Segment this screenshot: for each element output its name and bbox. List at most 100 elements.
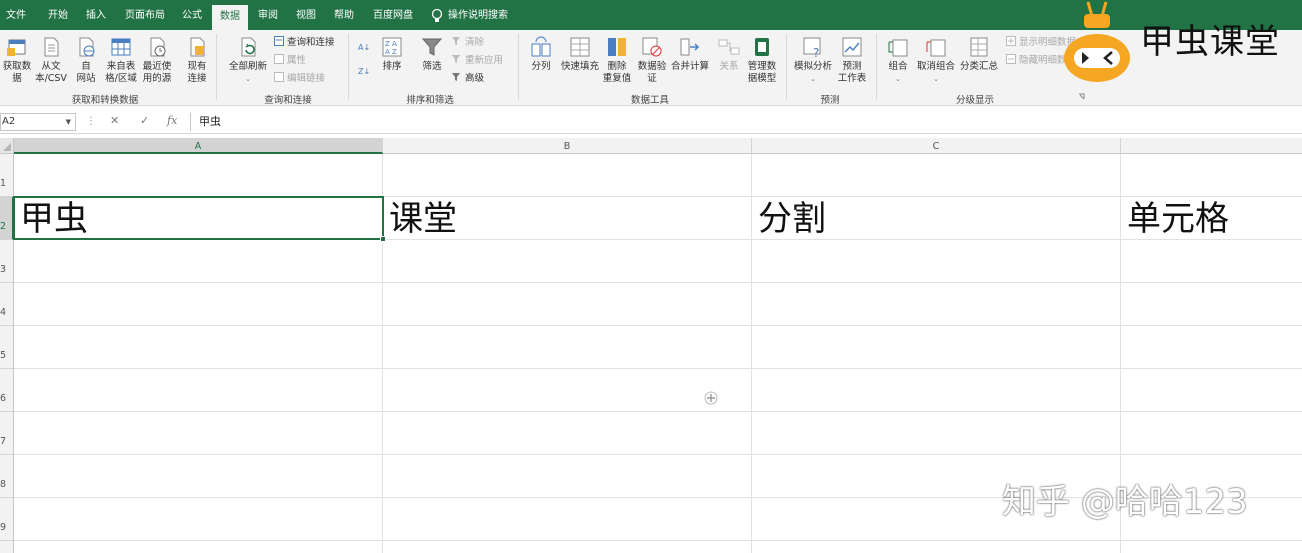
ungroup-button[interactable]: 取消组合 ⌄ <box>914 36 958 85</box>
name-box-value: A2 <box>2 116 16 127</box>
row-header-7[interactable]: 7 <box>0 412 14 455</box>
row-header-5[interactable]: 5 <box>0 326 14 369</box>
forecast-sheet-label-1: 预测 <box>842 61 862 72</box>
relationships-icon <box>718 39 740 55</box>
manage-data-model-button[interactable]: 管理数 据模型 <box>744 36 780 85</box>
from-table-button[interactable]: 来自表 格/区域 <box>103 36 139 85</box>
group-separator <box>216 34 217 100</box>
cell-b2[interactable]: 课堂 <box>389 198 457 240</box>
column-header-a[interactable]: A <box>14 138 383 154</box>
advanced-filter-icon <box>452 73 460 81</box>
remove-duplicates-label-1: 删除 <box>607 61 627 72</box>
svg-text:Z A: Z A <box>385 40 397 48</box>
ungroup-icon <box>926 39 946 57</box>
gridline <box>14 411 1302 412</box>
show-detail-icon <box>1006 36 1016 46</box>
text-to-columns-icon <box>531 36 551 57</box>
consolidate-label: 合并计算 <box>670 61 709 72</box>
row-header-2[interactable]: 2 <box>0 197 14 240</box>
column-header-c[interactable]: C <box>752 138 1121 154</box>
what-if-dropdown-arrow-icon[interactable]: ⌄ <box>792 73 834 85</box>
tab-data[interactable]: 数据 <box>212 5 248 30</box>
sort-descending-icon[interactable]: Z↓ <box>358 64 370 76</box>
advanced-filter-button[interactable]: 高级 <box>452 72 484 85</box>
svg-text:Z↓: Z↓ <box>358 67 370 76</box>
tab-help[interactable]: 帮助 <box>326 0 362 30</box>
refresh-all-button[interactable]: 全部刷新 ⌄ <box>226 36 270 85</box>
flash-fill-icon <box>570 37 590 57</box>
row-header-9[interactable]: 9 <box>0 498 14 541</box>
row-header-3[interactable]: 3 <box>0 240 14 283</box>
forecast-chart-icon <box>842 37 862 57</box>
group-button[interactable]: 组合 ⌄ <box>884 36 912 85</box>
sort-button[interactable]: Z A A Z 排序 <box>378 36 406 73</box>
name-box[interactable]: A2 ▼ <box>0 113 76 131</box>
reapply-label: 重新应用 <box>465 55 504 66</box>
reapply-button[interactable]: 重新应用 <box>452 54 503 67</box>
group-icon <box>888 39 908 57</box>
what-if-analysis-button[interactable]: ? 模拟分析 ⌄ <box>792 36 834 85</box>
from-csv-button[interactable]: 从文 本/CSV <box>33 36 69 85</box>
subtotal-icon <box>970 37 988 57</box>
tab-home[interactable]: 开始 <box>40 0 76 30</box>
tell-me-search[interactable]: 操作说明搜索 <box>448 0 518 30</box>
recent-sources-button[interactable]: 最近使 用的源 <box>139 36 175 85</box>
ungroup-dropdown-arrow-icon[interactable]: ⌄ <box>914 73 958 85</box>
row-header-6[interactable]: 6 <box>0 369 14 412</box>
filter-button[interactable]: 筛选 <box>418 36 446 73</box>
zhihu-watermark: 知乎 @哈哈123 <box>1002 482 1248 522</box>
cancel-icon[interactable]: ✕ <box>110 114 119 127</box>
row-header-10[interactable] <box>0 541 14 553</box>
select-all-corner[interactable] <box>0 138 14 154</box>
get-data-button[interactable]: 获取数 据 <box>0 36 34 85</box>
enter-check-icon[interactable]: ✓ <box>140 114 149 127</box>
cell-c2[interactable]: 分割 <box>758 198 826 240</box>
from-web-button[interactable]: 自 网站 <box>72 36 100 85</box>
subtotal-button[interactable]: 分类汇总 <box>958 36 1000 73</box>
get-data-icon <box>7 39 26 56</box>
relationships-button[interactable]: 关系 <box>716 36 742 73</box>
remove-duplicates-button[interactable]: 删除 重复值 <box>600 36 634 85</box>
refresh-dropdown-arrow-icon[interactable]: ⌄ <box>226 73 270 85</box>
edit-links-button[interactable]: 编辑链接 <box>274 72 325 85</box>
row-header-8[interactable]: 8 <box>0 455 14 498</box>
column-header-d[interactable] <box>1121 138 1302 154</box>
properties-button[interactable]: 属性 <box>274 54 306 67</box>
queries-connections-button[interactable]: 查询和连接 <box>274 36 335 49</box>
flash-fill-button[interactable]: 快速填充 <box>560 36 600 73</box>
column-header-b[interactable]: B <box>383 138 752 154</box>
tab-review[interactable]: 审阅 <box>250 0 286 30</box>
tab-insert[interactable]: 插入 <box>78 0 114 30</box>
fill-handle[interactable] <box>380 236 386 242</box>
formula-input[interactable]: 甲虫 <box>190 113 1300 131</box>
consolidate-button[interactable]: 合并计算 <box>670 36 710 73</box>
text-to-columns-button[interactable]: 分列 <box>528 36 554 73</box>
tab-formulas[interactable]: 公式 <box>174 0 210 30</box>
data-validation-icon <box>642 37 662 57</box>
relationships-label: 关系 <box>719 61 739 72</box>
tab-file[interactable]: 文件 <box>0 0 32 30</box>
tab-page-layout[interactable]: 页面布局 <box>118 0 172 30</box>
row-header-1[interactable]: 1 <box>0 154 14 197</box>
row-header-4[interactable]: 4 <box>0 283 14 326</box>
from-table-label-1: 来自表 <box>106 61 136 72</box>
tab-view[interactable]: 视图 <box>288 0 324 30</box>
insert-function-button[interactable]: fx <box>167 114 177 127</box>
brand-title: 甲虫课堂 <box>1140 22 1280 62</box>
group-separator <box>786 34 787 100</box>
group-dropdown-arrow-icon[interactable]: ⌄ <box>884 73 912 85</box>
clear-filter-button[interactable]: 清除 <box>452 36 484 49</box>
svg-text:A Z: A Z <box>385 48 397 56</box>
data-validation-button[interactable]: 数据验 证 <box>636 36 668 85</box>
sort-ascending-icon[interactable]: A↓ <box>358 40 370 52</box>
forecast-sheet-button[interactable]: 预测 工作表 <box>836 36 868 85</box>
dialog-launcher-icon[interactable] <box>1078 93 1086 101</box>
group-label-forecast: 预测 <box>820 95 840 106</box>
existing-connections-button[interactable]: 现有 连接 <box>183 36 211 85</box>
existing-connections-label-2: 连接 <box>187 73 207 84</box>
name-box-dropdown-icon[interactable]: ▼ <box>66 114 71 130</box>
data-validation-label-1: 数据验 <box>637 61 667 72</box>
cell-d2[interactable]: 单元格 <box>1127 198 1229 240</box>
sort-label: 排序 <box>382 61 402 72</box>
tab-baidu-netdisk[interactable]: 百度网盘 <box>364 0 422 30</box>
